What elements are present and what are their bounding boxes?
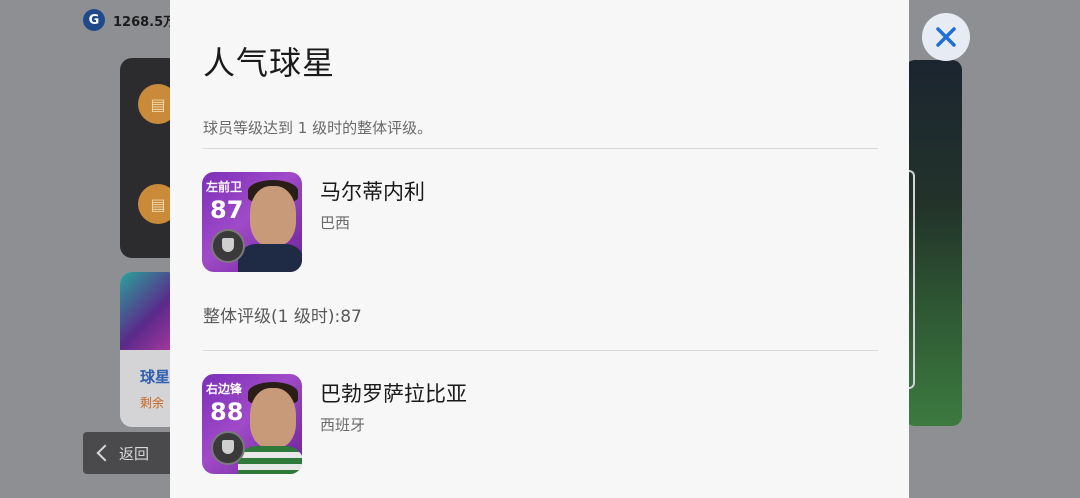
player-card[interactable]: 右边锋 88	[202, 374, 302, 474]
divider	[203, 350, 878, 351]
divider	[203, 148, 878, 149]
player-country: 巴西	[320, 214, 351, 232]
coin-amount: 1268.5万	[113, 14, 177, 30]
player-card[interactable]: 左前卫 87	[202, 172, 302, 272]
background-stadium-image	[905, 60, 962, 426]
back-chevron-icon	[96, 444, 114, 462]
player-name: 马尔蒂内利	[320, 180, 425, 204]
background-remain-label: 剩余	[140, 396, 165, 410]
overall-rating-text: 整体评级(1 级时):87	[203, 307, 362, 327]
player-position: 右边锋	[206, 382, 243, 396]
back-label: 返回	[119, 444, 150, 463]
player-name: 巴勃罗萨拉比亚	[320, 382, 467, 406]
player-rating: 87	[210, 196, 244, 224]
coin-balance: G 1268.5万	[83, 9, 176, 31]
close-icon	[936, 27, 956, 47]
dialog-title: 人气球星	[203, 44, 336, 82]
player-country: 西班牙	[320, 416, 366, 434]
player-badge-icon	[211, 229, 245, 263]
player-rating: 88	[210, 398, 244, 426]
player-position: 左前卫	[206, 180, 243, 194]
coin-icon: G	[83, 9, 105, 31]
close-button[interactable]	[922, 13, 970, 61]
player-badge-icon	[211, 431, 245, 465]
background-star-label: 球星	[140, 368, 171, 386]
dialog-description: 球员等级达到 1 级时的整体评级。	[203, 119, 433, 137]
back-button[interactable]: 返回	[83, 432, 178, 474]
popular-players-dialog: 人气球星 球员等级达到 1 级时的整体评级。 左前卫 87 马尔蒂内利 巴西 整…	[170, 0, 909, 498]
